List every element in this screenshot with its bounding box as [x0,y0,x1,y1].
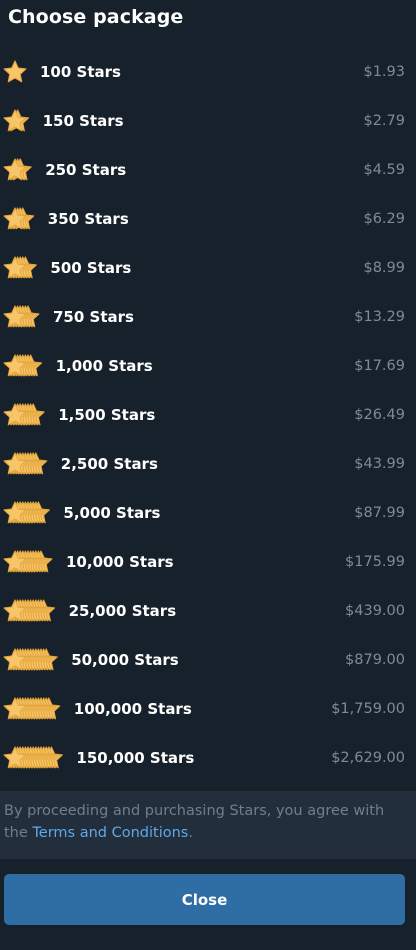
star-stack-icon [3,598,60,624]
package-label: 750 Stars [53,308,134,326]
package-price: $87.99 [354,505,405,521]
package-price: $879.00 [345,652,405,668]
package-price: $43.99 [354,456,405,472]
star-stack-icon [3,255,41,281]
package-row[interactable]: 1,500 Stars $26.49 [0,391,416,440]
star-stack-icon [3,157,36,183]
star-stack-icon [3,500,54,526]
package-label: 10,000 Stars [66,553,174,571]
package-label: 2,500 Stars [60,455,158,473]
terms-text: By proceeding and purchasing Stars, you … [0,791,416,844]
package-price: $1,759.00 [331,701,405,717]
package-label: 250 Stars [45,161,127,179]
close-button[interactable]: Close [4,874,405,925]
package-price: $2.79 [363,113,405,129]
package-label: 500 Stars [50,259,132,277]
package-price: $175.99 [345,554,405,570]
star-stack-icon [3,745,67,771]
package-price: $13.29 [354,309,405,325]
page-title: Choose package [8,6,184,28]
package-price: $1.93 [363,64,405,80]
package-row[interactable]: 50,000 Stars $879.00 [0,636,416,685]
package-row[interactable]: 500 Stars $8.99 [0,244,416,293]
package-row[interactable]: 150 Stars $2.79 [0,97,416,146]
package-label: 5,000 Stars [63,504,161,522]
star-stack-icon [3,647,62,673]
package-price: $4.59 [363,162,405,178]
terms-notice: By proceeding and purchasing Stars, you … [0,791,416,859]
package-list: 100 Stars $1.93 150 Stars $2.79 250 Stars $4.… [0,48,416,783]
star-stack-icon [3,108,34,134]
star-stack-icon [3,696,65,722]
star-stack-icon [3,353,47,379]
star-stack-icon [3,59,31,85]
package-label: 150 Stars [42,112,124,130]
package-row[interactable]: 10,000 Stars $175.99 [0,538,416,587]
package-row[interactable]: 1,000 Stars $17.69 [0,342,416,391]
package-row[interactable]: 150,000 Stars $2,629.00 [0,734,416,783]
package-row[interactable]: 100,000 Stars $1,759.00 [0,685,416,734]
package-label: 150,000 Stars [76,749,195,767]
package-price: $2,629.00 [331,750,405,766]
package-label: 100 Stars [40,63,121,81]
package-row[interactable]: 25,000 Stars $439.00 [0,587,416,636]
package-label: 50,000 Stars [71,651,179,669]
terms-link[interactable]: Terms and Conditions [32,825,188,841]
star-stack-icon [3,451,52,477]
star-stack-icon [3,206,39,232]
package-label: 25,000 Stars [68,602,177,620]
package-row[interactable]: 250 Stars $4.59 [0,146,416,195]
package-label: 350 Stars [47,210,129,228]
package-row[interactable]: 100 Stars $1.93 [0,48,416,97]
package-label: 1,500 Stars [58,406,156,424]
package-label: 100,000 Stars [73,700,192,718]
terms-suffix: . [188,825,193,841]
package-price: $6.29 [363,211,405,227]
package-price: $8.99 [363,260,405,276]
star-stack-icon [3,402,49,428]
star-stack-icon [3,549,57,575]
package-row[interactable]: 750 Stars $13.29 [0,293,416,342]
package-price: $439.00 [345,603,405,619]
package-label: 1,000 Stars [55,357,153,375]
star-stack-icon [3,304,44,330]
package-price: $17.69 [354,358,405,374]
package-row[interactable]: 2,500 Stars $43.99 [0,440,416,489]
package-row[interactable]: 350 Stars $6.29 [0,195,416,244]
package-row[interactable]: 5,000 Stars $87.99 [0,489,416,538]
package-price: $26.49 [354,407,405,423]
